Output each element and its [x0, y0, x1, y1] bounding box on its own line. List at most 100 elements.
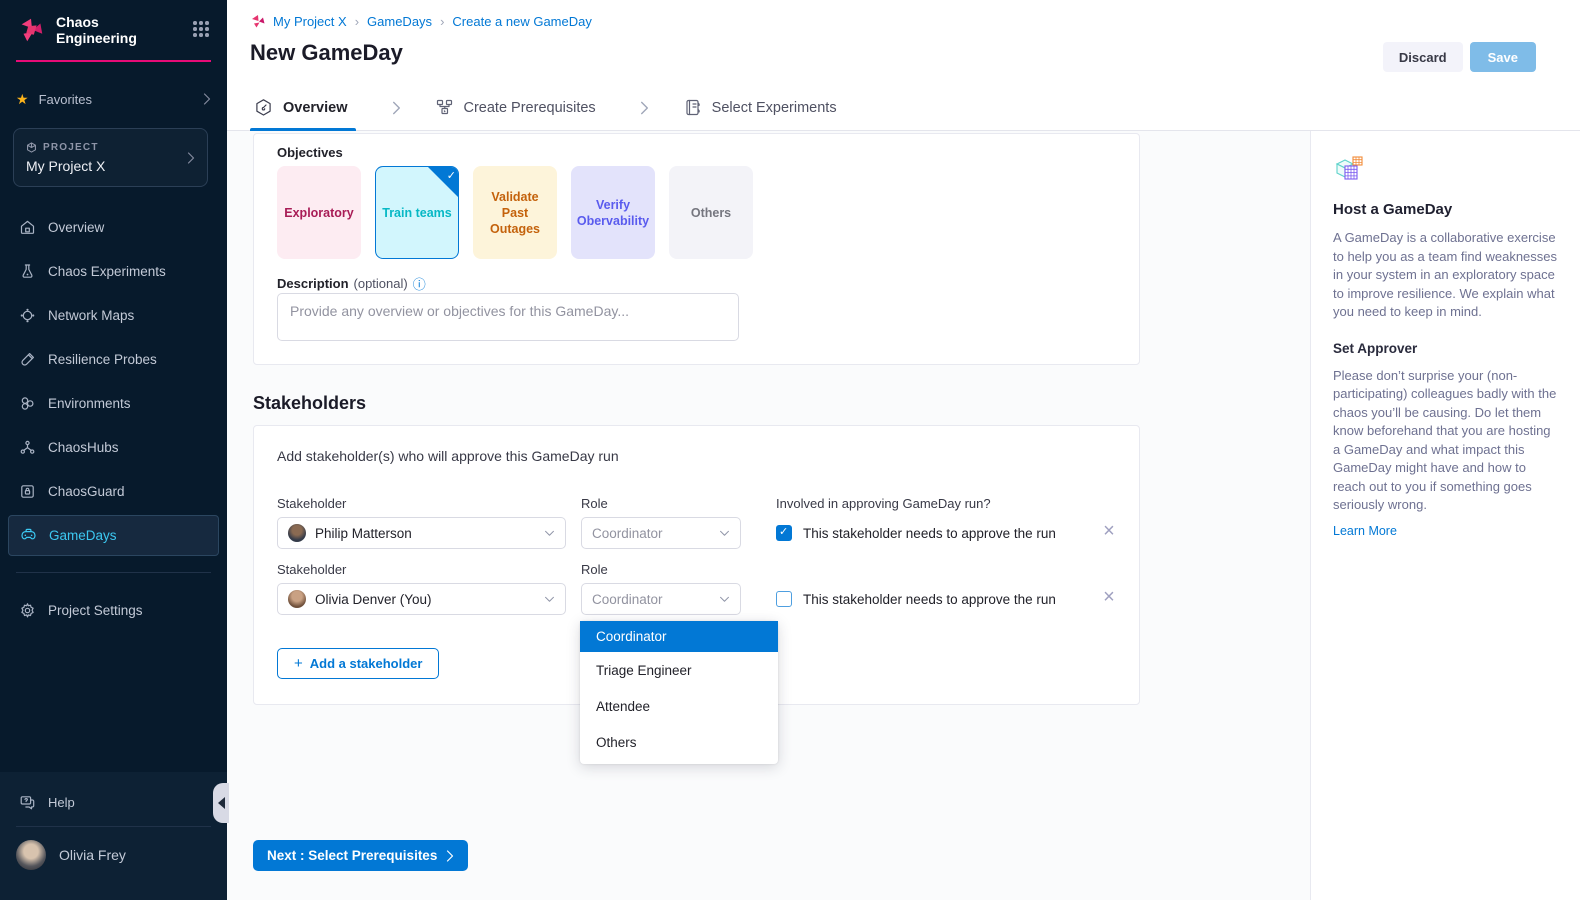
breadcrumb-link-project[interactable]: My Project X [273, 14, 347, 29]
probe-icon [19, 351, 36, 368]
chevron-down-icon [719, 596, 730, 603]
objective-card-train-teams[interactable]: Train teams [375, 166, 459, 259]
stakeholder-select-row1[interactable]: Philip Matterson [277, 517, 566, 549]
role-select-row1[interactable]: Coordinator [581, 517, 741, 549]
help-chat-icon [19, 794, 36, 811]
approve-label: This stakeholder needs to approve the ru… [803, 592, 1056, 607]
stakeholder-name: Philip Matterson [315, 526, 412, 541]
dropdown-option-triage-engineer[interactable]: Triage Engineer [580, 652, 778, 688]
remove-stakeholder-icon[interactable]: × [1099, 588, 1119, 608]
info-icon[interactable]: ⓘ [413, 274, 426, 293]
objective-card-validate-past-outages[interactable]: Validate Past Outages [473, 166, 557, 259]
help-panel-title: Host a GameDay [1333, 201, 1558, 218]
description-input[interactable] [277, 293, 739, 341]
role-column-label: Role [581, 562, 608, 577]
sidebar-item-resilience-probes[interactable]: Resilience Probes [0, 337, 227, 381]
breadcrumb-current[interactable]: Create a new GameDay [452, 14, 591, 29]
sidebar-item-environments[interactable]: Environments [0, 381, 227, 425]
tab-label: Select Experiments [712, 100, 837, 116]
stakeholder-avatar [288, 590, 306, 608]
objectives-card: Objectives Exploratory Train teams Valid… [253, 133, 1140, 365]
add-stakeholder-label: Add a stakeholder [310, 656, 423, 671]
app-window: Chaos Engineering ★ Favorites PROJECT My… [0, 0, 1580, 900]
stakeholder-name: Olivia Denver (You) [315, 592, 432, 607]
flask-icon [19, 263, 36, 280]
star-icon: ★ [16, 91, 29, 108]
project-selector[interactable]: PROJECT My Project X [13, 128, 208, 187]
harness-logo-icon [16, 15, 46, 45]
collapse-left-icon [218, 797, 225, 809]
sidebar-item-project-settings[interactable]: Project Settings [0, 588, 227, 632]
sidebar-nav: Overview Chaos Experiments Network Maps … [0, 205, 227, 632]
network-maps-icon [19, 307, 36, 324]
remove-stakeholder-icon[interactable]: × [1099, 522, 1119, 542]
stakeholder-column-label: Stakeholder [277, 496, 346, 511]
sidebar-item-chaoshubs[interactable]: ChaosHubs [0, 425, 227, 469]
chaosguard-icon [19, 483, 36, 500]
approve-row-2: This stakeholder needs to approve the ru… [776, 591, 1056, 607]
stakeholders-subtitle: Add stakeholder(s) who will approve this… [277, 448, 619, 464]
learn-more-link[interactable]: Learn More [1333, 524, 1397, 538]
brand-underline [16, 60, 211, 62]
tab-overview[interactable]: Overview [250, 85, 362, 130]
sidebar-bottom: Help Olivia Frey [0, 772, 227, 900]
dropdown-option-coordinator[interactable]: Coordinator [580, 621, 778, 652]
role-dropdown-menu: Coordinator Triage Engineer Attendee Oth… [580, 621, 778, 764]
objective-label: Exploratory [284, 205, 353, 221]
sidebar-item-label: Chaos Experiments [48, 264, 166, 279]
stakeholder-select-row2[interactable]: Olivia Denver (You) [277, 583, 566, 615]
dropdown-option-attendee[interactable]: Attendee [580, 688, 778, 724]
objective-card-exploratory[interactable]: Exploratory [277, 166, 361, 259]
chevron-down-icon [719, 530, 730, 537]
sidebar-item-label: Network Maps [48, 308, 134, 323]
user-name: Olivia Frey [59, 847, 126, 863]
gear-icon [19, 602, 36, 619]
dropdown-option-others[interactable]: Others [580, 724, 778, 760]
sidebar-item-label: GameDays [49, 528, 117, 543]
sidebar-item-gamedays-wrap: GameDays [0, 513, 227, 557]
help-button[interactable]: Help [0, 780, 227, 824]
divider [16, 572, 211, 573]
sidebar-item-network-maps[interactable]: Network Maps [0, 293, 227, 337]
sidebar-item-label: Project Settings [48, 603, 143, 618]
chevron-right-icon [640, 101, 649, 115]
role-value: Coordinator [592, 526, 663, 541]
project-name: My Project X [26, 158, 187, 174]
role-select-row2[interactable]: Coordinator [581, 583, 741, 615]
chevron-right-icon [392, 101, 401, 115]
selected-check-icon [428, 167, 458, 197]
description-optional-label: (optional) [354, 276, 408, 291]
save-button[interactable]: Save [1470, 42, 1536, 72]
breadcrumb-link-gamedays[interactable]: GameDays [367, 14, 432, 29]
description-label: Description [277, 276, 349, 291]
sidebar-item-gamedays[interactable]: GameDays [8, 515, 219, 556]
sidebar-item-chaosguard[interactable]: ChaosGuard [0, 469, 227, 513]
approve-checkbox-unchecked[interactable] [776, 591, 792, 607]
arrow-right-icon [446, 850, 454, 862]
objective-label: Validate Past Outages [480, 189, 550, 237]
sidebar-collapse-button[interactable] [213, 783, 229, 823]
help-panel-intro: A GameDay is a collaborative exercise to… [1333, 229, 1558, 322]
objective-card-others[interactable]: Others [669, 166, 753, 259]
objective-label: Others [691, 205, 731, 221]
sidebar-item-overview[interactable]: Overview [0, 205, 227, 249]
chevron-separator-icon: › [355, 14, 359, 29]
add-stakeholder-button[interactable]: + Add a stakeholder [277, 648, 439, 679]
objective-cards: Exploratory Train teams Validate Past Ou… [277, 166, 753, 259]
discard-button[interactable]: Discard [1383, 42, 1463, 72]
module-grid-icon[interactable] [193, 21, 211, 39]
page-header: My Project X › GameDays › Create a new G… [227, 0, 1580, 131]
user-profile[interactable]: Olivia Frey [0, 827, 227, 883]
next-button[interactable]: Next : Select Prerequisites [253, 840, 468, 871]
sidebar-item-favorites[interactable]: ★ Favorites [0, 84, 227, 114]
objective-card-verify-observability[interactable]: Verify Obervability [571, 166, 655, 259]
set-approver-title: Set Approver [1333, 341, 1558, 356]
tab-create-prerequisites[interactable]: Create Prerequisites [431, 85, 610, 130]
sidebar-item-chaos-experiments[interactable]: Chaos Experiments [0, 249, 227, 293]
tab-select-experiments[interactable]: Select Experiments [679, 85, 851, 130]
chevron-down-icon [544, 530, 555, 537]
experiments-tab-icon [683, 98, 702, 117]
overview-tab-icon [254, 98, 273, 117]
objectives-label: Objectives [277, 145, 343, 160]
approve-checkbox-checked[interactable] [776, 525, 792, 541]
